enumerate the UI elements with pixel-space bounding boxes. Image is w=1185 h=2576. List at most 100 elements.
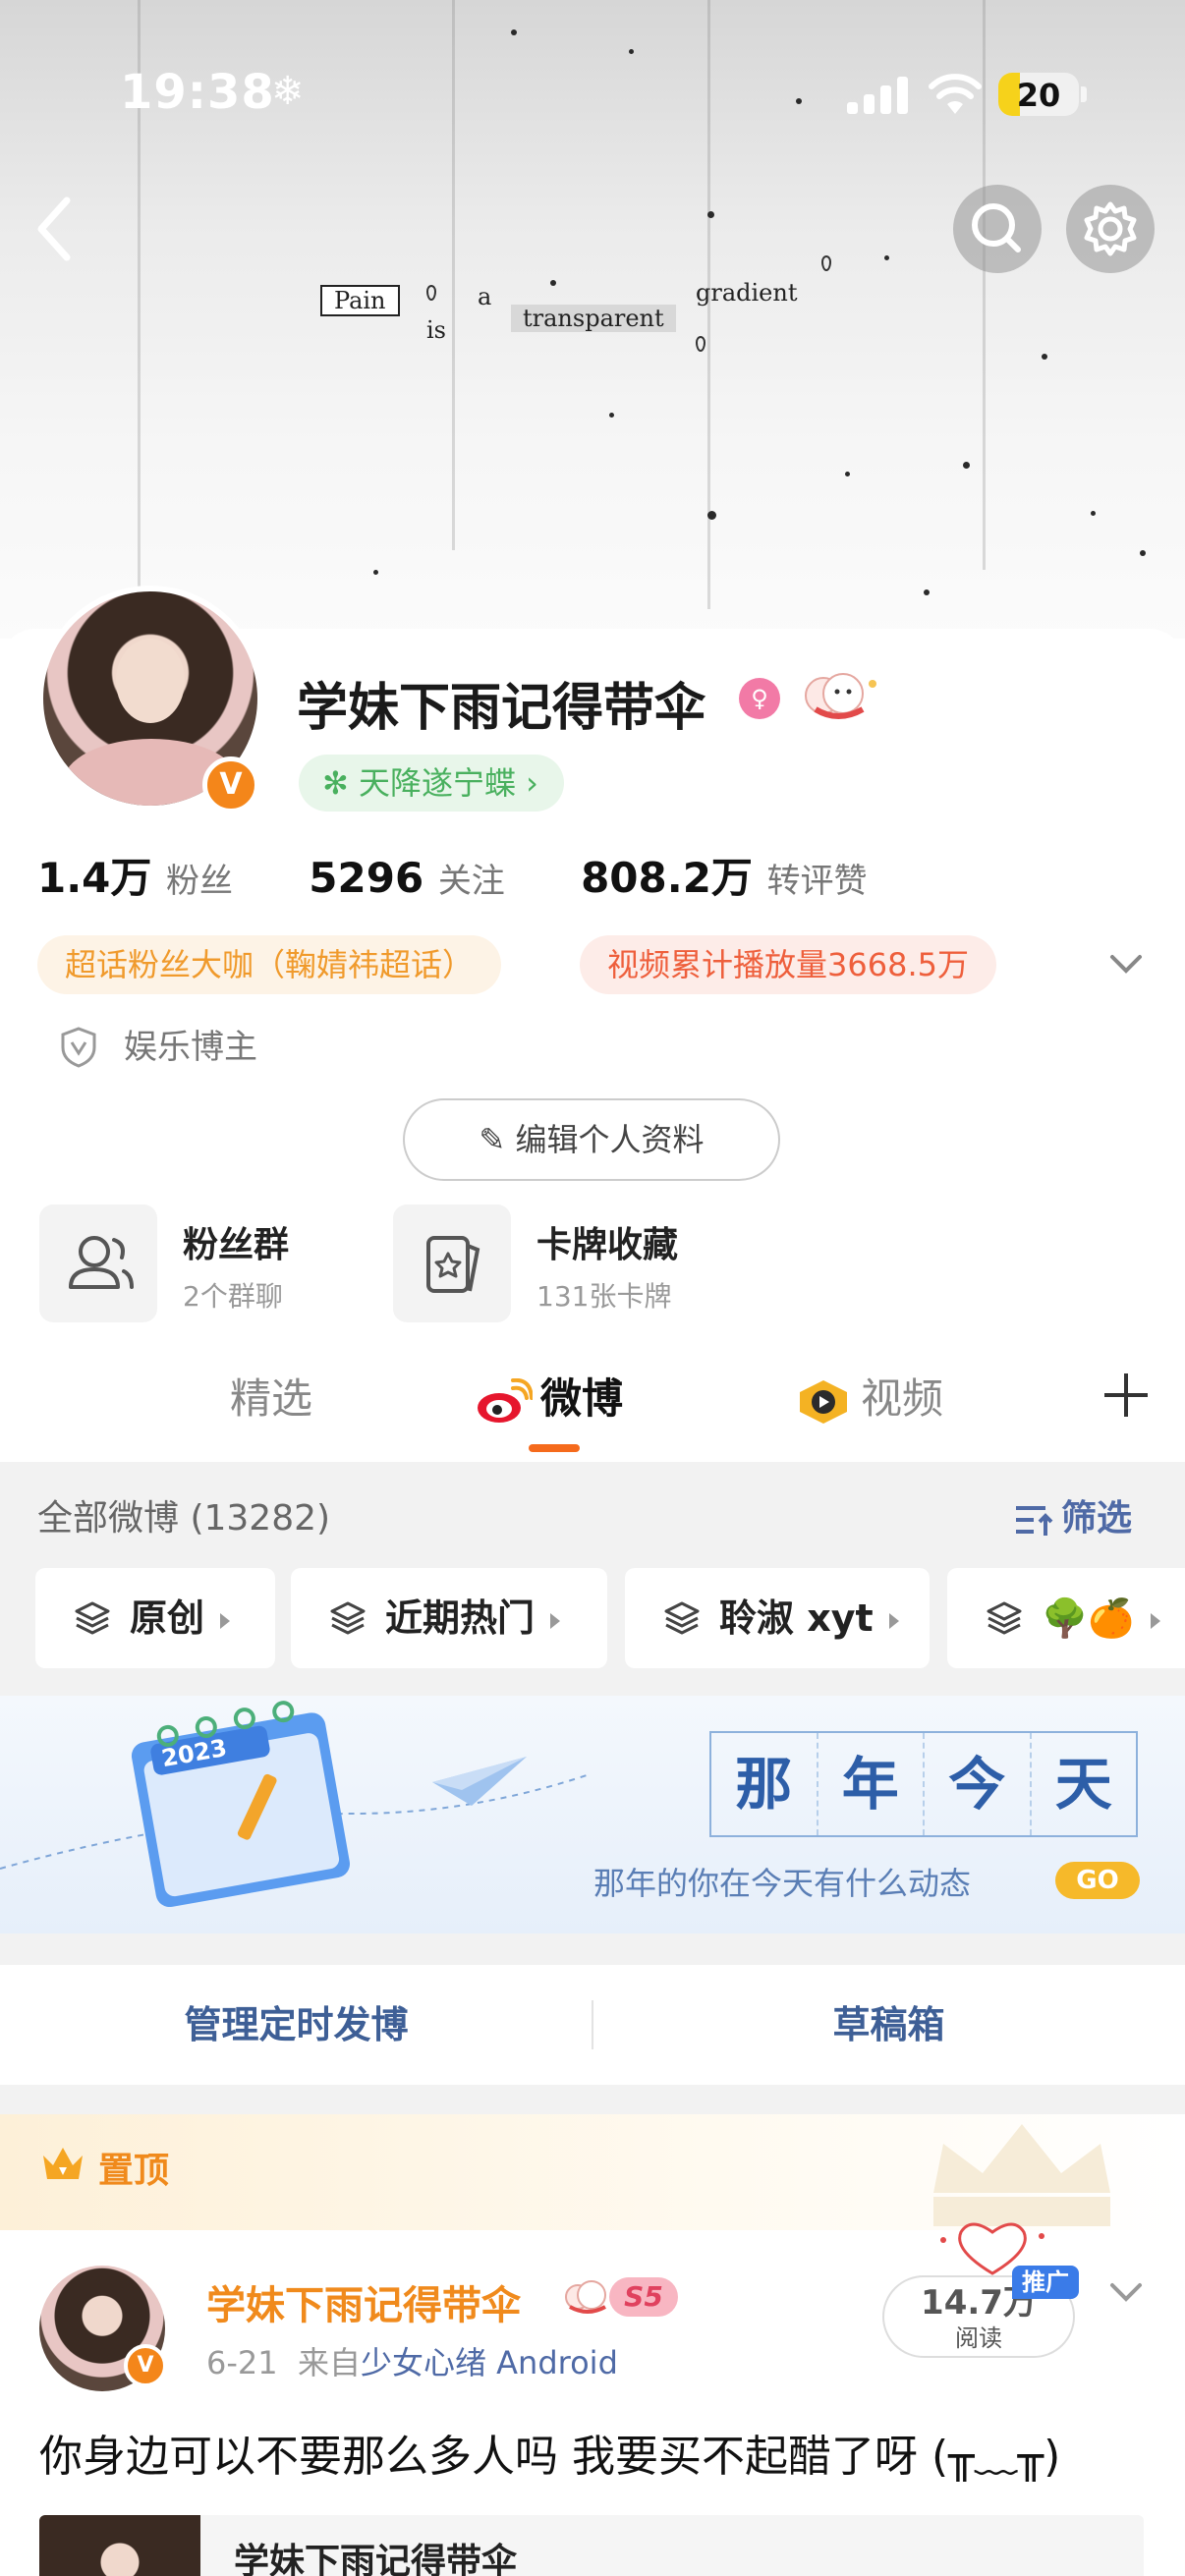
post-date: 6-21 [206,2344,278,2381]
post-source-prefix: 来自 [297,2344,361,2381]
cloud-mascot-icon[interactable] [794,666,882,729]
drop-icon [426,285,436,301]
post-source[interactable]: 少女心绪 Android [361,2344,618,2381]
title-char: 年 [818,1733,925,1835]
filter-button[interactable]: 筛选 [1012,1489,1132,1540]
fan-group-title: 粉丝群 [183,1225,290,1265]
drop-icon [696,336,705,352]
battery-indicator: 20 [998,73,1079,116]
cover-word-is: is [426,316,446,344]
battery-level: 20 [1016,77,1061,114]
edit-profile-label: 编辑个人资料 [515,1121,705,1158]
scheduled-posts-button[interactable]: 管理定时发博 [0,1965,592,2085]
chip-emoji[interactable]: 🌳🍊 [947,1568,1185,1668]
stat-followers[interactable]: 1.4万 粉丝 [37,854,233,902]
title-char: 今 [925,1733,1032,1835]
card-collection-title: 卡牌收藏 [536,1225,679,1265]
layers-icon [664,1601,700,1634]
chip-label: 近期热门 [385,1596,536,1640]
card-collection-subtitle: 131张卡牌 [536,1280,672,1313]
promote-badge[interactable]: 推广 [1012,2266,1079,2299]
profile-name: 学妹下雨记得带伞 [297,679,706,738]
back-arrow-icon[interactable] [28,195,83,263]
chip-lingshu[interactable]: 聆淑 xyt [625,1568,930,1668]
fan-group-entry[interactable]: 粉丝群 2个群聊 [39,1204,354,1322]
wifi-icon [929,74,982,114]
on-this-day-title: 那 年 今 天 [709,1731,1138,1837]
fan-level-tag[interactable]: 超话粉丝大咖（鞠婧祎超话） [37,935,502,994]
profile-stats: 1.4万 粉丝 5296 关注 808.2万 转评赞 [37,845,868,905]
post-text: 你身边可以不要那么多人吗 我要买不起醋了呀 (╥﹏╥) [39,2432,1061,2482]
add-tab-icon[interactable] [1099,1368,1154,1423]
gear-icon [1084,201,1137,256]
tab-weibo-label: 微博 [540,1374,624,1423]
crown-icon [43,2148,83,2179]
super-topic-label: 天降遂宁蝶 [358,764,516,802]
on-this-day-subtitle: 那年的你在今天有什么动态 [593,1865,972,1902]
stat-label: 关注 [437,862,505,901]
edit-profile-button[interactable]: ✎ 编辑个人资料 [403,1098,780,1181]
search-icon [972,203,1021,252]
tab-video-label: 视频 [861,1374,944,1423]
battery-tip [1081,86,1087,102]
active-tab-indicator [529,1444,580,1452]
chip-label: 原创 [130,1596,205,1640]
chip-original[interactable]: 原创 [35,1568,275,1668]
tab-weibo[interactable]: 微博 [476,1366,623,1426]
stat-label: 转评赞 [766,862,868,901]
quoted-thumbnail [39,2515,200,2576]
drafts-button[interactable]: 草稿箱 [592,1965,1185,2085]
cover-word-pain: Pain [320,285,400,316]
weibo-logo-icon [478,1377,534,1423]
pencil-icon: ✎ [479,1121,516,1158]
tab-featured[interactable]: 精选 [230,1366,312,1426]
chevron-down-icon[interactable] [1106,2277,1146,2307]
settings-button[interactable] [1066,185,1155,273]
female-gender-icon: ♀ [739,678,780,719]
cellular-signal-icon [847,75,908,114]
layers-icon [987,1601,1022,1634]
super-topic-tag[interactable]: ✻ 天降遂宁蝶 › [299,755,564,812]
status-time: 19:38 [120,65,275,120]
snowflake-icon: ❄ [271,69,305,114]
profile-tabs: 精选 微博 视频 [0,1346,1185,1464]
quoted-title: 学妹下雨记得带伞 [234,2542,518,2576]
chevron-down-icon[interactable] [1106,949,1146,979]
verified-badge: V [202,756,259,813]
title-char: 天 [1054,1751,1112,1818]
cover-word-transparent: transparent [511,305,676,332]
level-badge: S5 [609,2277,678,2317]
video-plays-tag[interactable]: 视频累计播放量3668.5万 [580,935,996,994]
chip-recent-hot[interactable]: 近期热门 [291,1568,607,1668]
go-button[interactable]: GO [1055,1862,1140,1899]
filter-label: 筛选 [1061,1498,1133,1539]
drop-icon [821,255,831,271]
post-author-name[interactable]: 学妹下雨记得带伞 [206,2273,521,2330]
card-icon [393,1204,511,1322]
stat-value: 808.2万 [581,854,753,902]
stat-value: 5296 [309,854,424,902]
all-posts-count: 全部微博 (13282) [37,1498,331,1539]
people-icon [39,1204,157,1322]
verified-badge: V [124,2344,167,2387]
cover-word-a: a [478,283,492,310]
search-button[interactable] [953,185,1042,273]
chevron-right-icon: › [516,764,538,802]
tab-video[interactable]: 视频 [796,1366,943,1426]
pinned-label: 置顶 [98,2151,170,2191]
stat-following[interactable]: 5296 关注 [309,854,505,902]
stat-label: 粉丝 [166,862,234,901]
fan-group-subtitle: 2个群聊 [183,1280,283,1313]
post-meta: 6-21 来自少女心绪 Android [206,2338,618,2383]
stat-likes[interactable]: 808.2万 转评赞 [581,854,867,902]
shield-icon [61,1027,96,1068]
filter-icon [1016,1506,1053,1536]
butterfly-icon: ✻ [322,764,359,802]
stat-value: 1.4万 [37,854,152,902]
layers-icon [330,1601,366,1634]
read-label: 阅读 [955,2324,1002,2352]
title-char: 那 [711,1733,818,1835]
card-collection-entry[interactable]: 卡牌收藏 131张卡牌 [393,1204,727,1322]
cloud-mascot-icon [565,2280,606,2314]
quoted-post[interactable]: 学妹下雨记得带伞 [39,2515,1144,2576]
